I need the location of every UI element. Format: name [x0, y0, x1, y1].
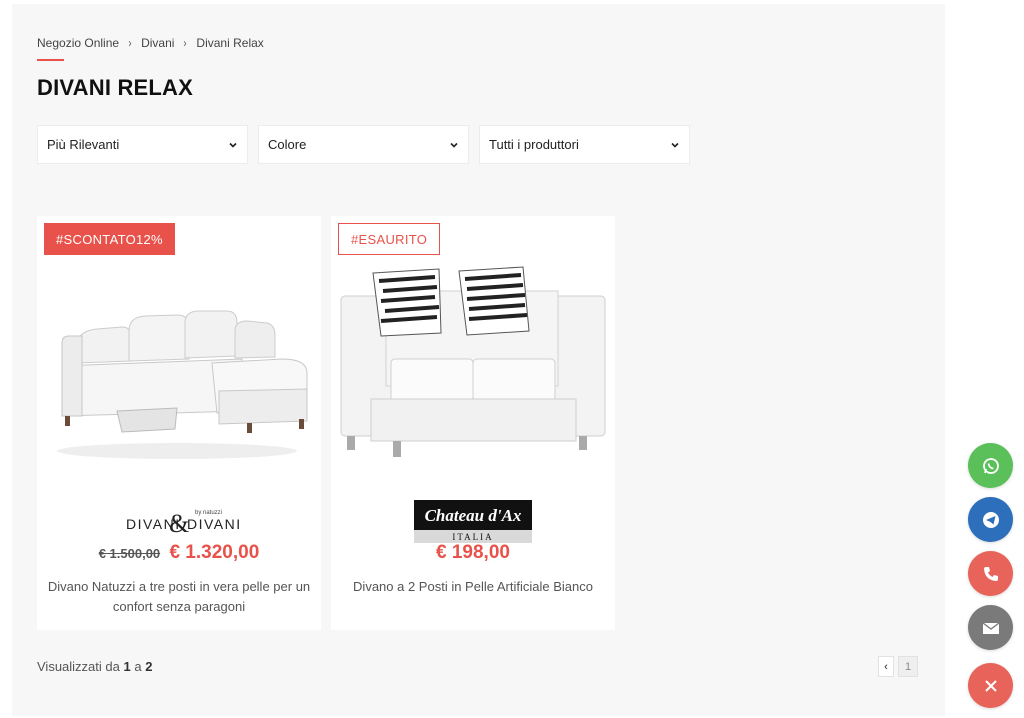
svg-text:DIVANI: DIVANI	[187, 516, 242, 532]
color-select[interactable]: Colore	[258, 125, 469, 164]
old-price: € 1.500,00	[98, 546, 161, 561]
chevron-right-icon: ›	[183, 36, 188, 50]
telegram-icon	[982, 511, 999, 528]
product-grid: #SCONTATO12% DIVANI & DIVANI by natuzzi …	[37, 216, 615, 630]
chevron-right-icon: ›	[128, 36, 132, 50]
page-number-current[interactable]: 1	[898, 656, 918, 677]
product-image[interactable]	[331, 261, 615, 506]
current-price: € 198,00	[436, 542, 510, 563]
zebra-pillow-left	[372, 268, 442, 337]
sort-select-value: Più Rilevanti	[47, 137, 120, 152]
close-contacts-button[interactable]	[968, 663, 1013, 708]
product-image[interactable]	[37, 261, 321, 506]
product-name[interactable]: Divano a 2 Posti in Pelle Artificiale Bi…	[339, 577, 607, 597]
current-price: € 1.320,00	[169, 542, 260, 563]
product-card[interactable]: #ESAURITO Chateau d'Ax ITALIA € 198,00 D…	[331, 216, 615, 630]
breadcrumb-item-shop[interactable]: Negozio Online	[37, 36, 119, 50]
zebra-pillow-right	[458, 266, 530, 336]
product-name[interactable]: Divano Natuzzi a tre posti in vera pelle…	[45, 577, 313, 617]
chateau-dax-logo: Chateau d'Ax ITALIA	[414, 500, 532, 543]
brand-logo: DIVANI & DIVANI by natuzzi	[37, 502, 321, 542]
breadcrumb: Negozio Online › Divani › Divani Relax	[37, 36, 264, 50]
breadcrumb-item-divani[interactable]: Divani	[141, 36, 174, 50]
sort-select[interactable]: Più Rilevanti	[37, 125, 248, 164]
svg-text:by natuzzi: by natuzzi	[195, 510, 222, 516]
pagination: ‹ 1	[878, 656, 918, 677]
mail-icon	[982, 621, 999, 634]
phone-icon	[983, 566, 998, 581]
color-select-value: Colore	[268, 137, 307, 152]
sold-out-badge: #ESAURITO	[338, 223, 441, 255]
results-from: 1	[123, 659, 131, 674]
close-icon	[984, 679, 997, 692]
page-title: DIVANI RELAX	[37, 75, 194, 100]
svg-text:Chateau d'Ax: Chateau d'Ax	[425, 506, 522, 525]
price-block: € 1.500,00 € 1.320,00	[37, 542, 321, 564]
svg-text:ITALIA: ITALIA	[452, 532, 493, 542]
chevron-down-icon	[450, 142, 458, 148]
chevron-down-icon	[671, 142, 679, 148]
breadcrumb-item-current: Divani Relax	[196, 36, 264, 50]
results-middle: a	[134, 659, 142, 674]
whatsapp-icon	[982, 457, 999, 474]
email-button[interactable]	[968, 605, 1013, 650]
prev-page-button[interactable]: ‹	[878, 656, 894, 677]
chevron-down-icon	[229, 142, 237, 148]
whatsapp-button[interactable]	[968, 443, 1013, 488]
discount-badge: #SCONTATO12%	[44, 223, 175, 255]
phone-button[interactable]	[968, 551, 1013, 596]
brand-logo: Chateau d'Ax ITALIA	[331, 500, 615, 543]
product-listing-page: Negozio Online › Divani › Divani Relax D…	[12, 4, 945, 716]
price-block: € 198,00	[331, 542, 615, 564]
product-card[interactable]: #SCONTATO12% DIVANI & DIVANI by natuzzi …	[37, 216, 321, 630]
title-accent-line	[37, 59, 64, 61]
manufacturer-select-value: Tutti i produttori	[489, 137, 579, 152]
results-count: Visualizzati da 1 a 2	[37, 659, 152, 674]
divani-divani-logo: DIVANI & DIVANI by natuzzi	[126, 509, 242, 538]
manufacturer-select[interactable]: Tutti i produttori	[479, 125, 690, 164]
filter-bar: Più Rilevanti Colore Tutti i produttori	[37, 125, 690, 164]
results-to: 2	[145, 659, 153, 674]
results-prefix: Visualizzati da	[37, 659, 120, 674]
telegram-button[interactable]	[968, 497, 1013, 542]
